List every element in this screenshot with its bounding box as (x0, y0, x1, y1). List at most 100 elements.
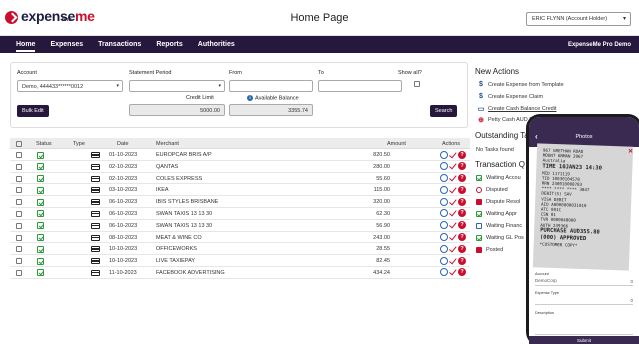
zoom-icon[interactable] (440, 221, 448, 230)
zoom-icon[interactable] (440, 185, 448, 194)
nav-expenses[interactable]: Expenses (50, 37, 83, 52)
create-cash-balance-credit-link[interactable]: ▭ Create Cash Balance Credit (476, 105, 557, 113)
approve-check-icon[interactable] (449, 186, 457, 194)
table-row[interactable]: 08-10-2023 MEAT & WINE CO 243.00? (10, 232, 470, 244)
row-date: 06-10-2023 (109, 199, 138, 206)
row-checkbox[interactable] (16, 258, 22, 265)
nav-reports[interactable]: Reports (156, 37, 182, 52)
row-checkbox[interactable] (16, 269, 22, 276)
table-row[interactable]: 06-10-2023 SWAN TAXIS 13 13 30 56.90? (10, 220, 470, 232)
to-date-input[interactable] (318, 80, 402, 92)
approve-check-icon[interactable] (449, 268, 457, 276)
from-date-input[interactable] (229, 80, 313, 92)
table-row[interactable]: 10-10-2023 LIVE TAXIEPAY 82.45? (10, 255, 470, 267)
zoom-icon[interactable] (440, 244, 448, 253)
user-account-select[interactable]: ERIC FLYNN (Account Holder) ▾ (526, 12, 631, 26)
phone-account-field[interactable]: DemoCorp 0 (535, 278, 633, 286)
phone-description-field[interactable] (535, 317, 633, 335)
help-icon[interactable]: ? (458, 256, 466, 265)
create-expense-template-link[interactable]: $ Create Expense from Template (476, 81, 564, 88)
table-row[interactable]: 11-10-2023 FACEBOOK ADVERTISING 434.24? (10, 267, 470, 279)
help-icon[interactable]: ? (458, 209, 466, 218)
col-amount[interactable]: Amount (387, 141, 406, 147)
row-actions: ? (440, 244, 466, 253)
row-checkbox[interactable] (16, 152, 22, 158)
table-row[interactable]: 06-10-2023 SWAN TAXIS 13 13 30 62.30? (10, 208, 470, 220)
zoom-icon[interactable] (440, 174, 448, 183)
bulk-edit-button[interactable]: Bulk Edit (17, 105, 49, 117)
queue-posted[interactable]: Posted (476, 247, 503, 253)
help-icon[interactable]: ? (458, 221, 466, 230)
help-icon[interactable]: ? (458, 185, 466, 194)
table-row[interactable]: 03-10-2023 IKEA 115.00? (10, 184, 470, 197)
phone-submit-button[interactable]: Submit (529, 336, 639, 344)
col-merchant[interactable]: Merchant (156, 141, 179, 147)
show-all-checkbox[interactable] (414, 81, 420, 87)
check-icon (476, 235, 482, 241)
approve-check-icon[interactable] (449, 151, 457, 159)
create-expense-claim-link[interactable]: $ Create Expense Claim (476, 93, 543, 100)
approve-check-icon[interactable] (449, 221, 457, 229)
help-icon[interactable]: ? (458, 197, 466, 206)
zoom-icon[interactable] (440, 256, 448, 265)
approve-check-icon[interactable] (449, 245, 457, 253)
help-icon[interactable]: ? (458, 233, 466, 242)
table-row[interactable]: 06-10-2023 IBIS STYLES BRISBANE 320.00? (10, 196, 470, 208)
account-select[interactable]: Demo, 444433******0012 ▾ (17, 80, 123, 92)
nav-authorities[interactable]: Authorities (198, 37, 235, 52)
zoom-icon[interactable] (440, 233, 448, 242)
queue-dispute-resolved[interactable]: Dispute Resol (476, 199, 520, 205)
help-icon[interactable]: ? (458, 244, 466, 253)
table-row[interactable]: 02-10-2023 QANTAS 280.00? (10, 161, 470, 173)
search-button[interactable]: Search (430, 105, 458, 117)
queue-disputed[interactable]: Disputed (476, 187, 508, 193)
queue-waiting-finance[interactable]: Waiting Financ (476, 223, 522, 229)
close-icon[interactable]: ✕ (628, 148, 633, 155)
phone-expense-type-field[interactable]: 0 (535, 297, 633, 305)
col-status[interactable]: Status (36, 141, 52, 147)
lifebuoy-icon: ⊕ (478, 117, 484, 124)
table-row[interactable]: 01-10-2023 EUROPCAR BRIS A/P 820.50? (10, 149, 470, 161)
zoom-icon[interactable] (440, 197, 448, 206)
table-row[interactable]: 10-10-2023 OFFICEWORKS 28.55? (10, 243, 470, 256)
row-checkbox[interactable] (16, 163, 22, 170)
col-date[interactable]: Date (117, 141, 129, 147)
zoom-icon[interactable] (440, 162, 448, 171)
help-icon[interactable]: ? (458, 268, 466, 277)
approve-check-icon[interactable] (449, 209, 457, 217)
nav-transactions[interactable]: Transactions (98, 37, 141, 52)
statement-period-select[interactable]: ▾ (129, 80, 225, 92)
row-checkbox[interactable] (16, 187, 22, 194)
help-icon[interactable]: ? (458, 162, 466, 171)
approve-check-icon[interactable] (449, 257, 457, 265)
cash-icon: ▭ (477, 106, 485, 113)
select-all-checkbox[interactable] (16, 140, 22, 147)
nav-home[interactable]: Home (16, 37, 36, 52)
approve-check-icon[interactable] (449, 198, 457, 206)
nav-org-name[interactable]: ExpenseMe Pro Demo (568, 42, 631, 48)
approve-check-icon[interactable] (449, 162, 457, 170)
approve-check-icon[interactable] (449, 233, 457, 241)
row-checkbox[interactable] (16, 199, 22, 206)
queue-waiting-gl-post[interactable]: Waiting GL Pos (476, 235, 524, 241)
col-type[interactable]: Type (73, 141, 85, 147)
row-checkbox[interactable] (16, 222, 22, 229)
row-checkbox[interactable] (16, 175, 22, 182)
status-check-icon (37, 163, 44, 171)
queue-waiting-account[interactable]: Waiting Accou (476, 175, 521, 181)
zoom-icon[interactable] (440, 150, 448, 159)
status-check-icon (37, 210, 44, 218)
info-icon[interactable]: i (247, 95, 253, 101)
row-checkbox[interactable] (16, 246, 22, 253)
row-checkbox[interactable] (16, 210, 22, 217)
table-row[interactable]: 02-10-2023 COLES EXPRESS 55.60? (10, 173, 470, 185)
zoom-icon[interactable] (440, 268, 448, 277)
help-icon[interactable]: ? (458, 174, 466, 183)
approve-check-icon[interactable] (449, 174, 457, 182)
row-merchant: SWAN TAXIS 13 13 30 (156, 210, 213, 217)
zoom-icon[interactable] (440, 209, 448, 218)
row-checkbox[interactable] (16, 234, 22, 241)
help-icon[interactable]: ? (458, 150, 466, 159)
queue-waiting-approval[interactable]: Waiting Appr (476, 211, 517, 217)
credit-card-icon (91, 258, 100, 265)
